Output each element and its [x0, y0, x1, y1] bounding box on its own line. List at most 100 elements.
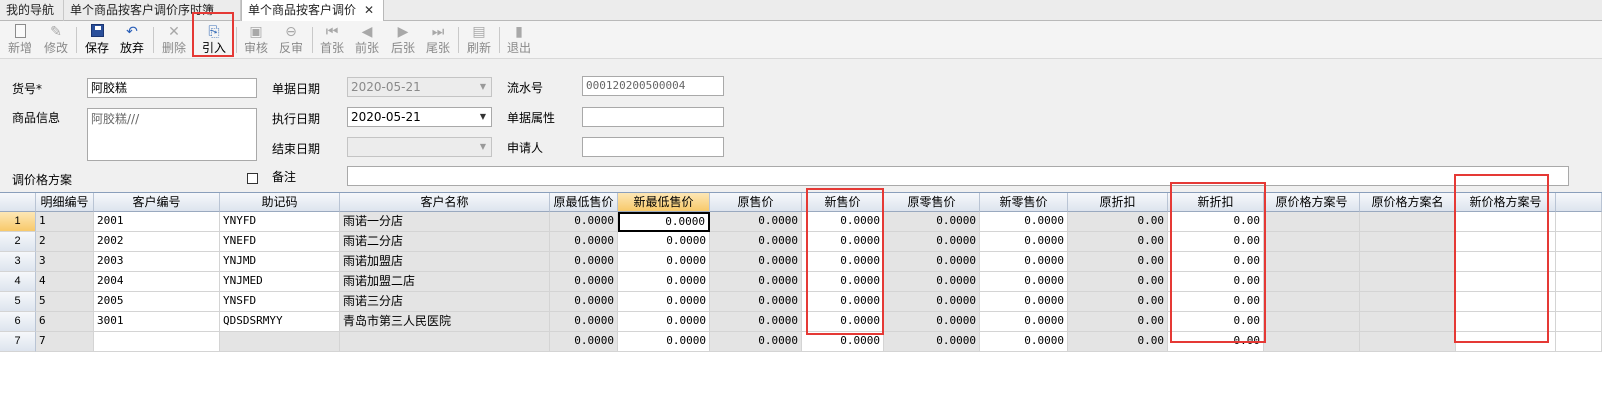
cell-new-min[interactable]: 0.0000: [618, 292, 710, 312]
delete-button[interactable]: ✕ 删除: [156, 23, 192, 57]
cell-id[interactable]: 1: [36, 212, 94, 232]
refresh-button[interactable]: ▤ 刷新: [461, 23, 497, 57]
cell-old-disc[interactable]: 0.00: [1068, 312, 1168, 332]
cell-new-retail[interactable]: 0.0000: [980, 292, 1068, 312]
row-header[interactable]: 6: [0, 312, 36, 332]
column-header[interactable]: 原价格方案名: [1360, 193, 1456, 212]
column-header[interactable]: 客户编号: [94, 193, 220, 212]
column-header[interactable]: 原折扣: [1068, 193, 1168, 212]
unaudit-button[interactable]: ⊖ 反审: [273, 23, 309, 57]
cell-id[interactable]: 2: [36, 232, 94, 252]
price-scheme-checkbox[interactable]: [247, 173, 258, 184]
column-header[interactable]: 新零售价: [980, 193, 1068, 212]
cell-empty[interactable]: [1556, 272, 1602, 292]
cell-new-retail[interactable]: 0.0000: [980, 332, 1068, 352]
cell-cust-no[interactable]: 3001: [94, 312, 220, 332]
cell-name[interactable]: 雨诺加盟店: [340, 252, 550, 272]
cell-new-retail[interactable]: 0.0000: [980, 312, 1068, 332]
cell-empty[interactable]: [1556, 312, 1602, 332]
cell-old-disc[interactable]: 0.00: [1068, 292, 1168, 312]
cell-id[interactable]: 6: [36, 312, 94, 332]
cell-cust-no[interactable]: [94, 332, 220, 352]
prev-button[interactable]: ◀ 前张: [349, 23, 385, 57]
cell-new-min[interactable]: 0.0000: [618, 212, 710, 232]
cell-cust-no[interactable]: 2004: [94, 272, 220, 292]
cell-empty[interactable]: [1556, 212, 1602, 232]
row-header[interactable]: 5: [0, 292, 36, 312]
table-row[interactable]: 5 5 2005 YNSFD 雨诺三分店 0.0000 0.0000 0.0000 0.0000…: [0, 292, 1602, 312]
cell-new-retail[interactable]: 0.0000: [980, 232, 1068, 252]
cell-id[interactable]: 4: [36, 272, 94, 292]
cell-empty[interactable]: [1556, 292, 1602, 312]
column-header[interactable]: 原最低售价: [550, 193, 618, 212]
cell-cust-no[interactable]: 2001: [94, 212, 220, 232]
applicant-field[interactable]: [582, 137, 724, 157]
cell-old-disc[interactable]: 0.00: [1068, 212, 1168, 232]
cell-old-retail[interactable]: 0.0000: [884, 252, 980, 272]
cell-new-price[interactable]: 0.0000: [802, 332, 884, 352]
cell-name[interactable]: 雨诺二分店: [340, 232, 550, 252]
cell-name[interactable]: 青岛市第三人民医院: [340, 312, 550, 332]
tab-my-navigation[interactable]: 我的导航: [0, 0, 64, 21]
cell-empty[interactable]: [1360, 292, 1456, 312]
cell-new-min[interactable]: 0.0000: [618, 272, 710, 292]
cell-old-price[interactable]: 0.0000: [710, 232, 802, 252]
exec-date-field[interactable]: 2020-05-21 ▼: [347, 107, 492, 127]
cell-cust-no[interactable]: 2002: [94, 232, 220, 252]
cell-mnemonic[interactable]: YNJMD: [220, 252, 340, 272]
cell-new-min[interactable]: 0.0000: [618, 332, 710, 352]
cell-empty[interactable]: [1360, 332, 1456, 352]
cell-mnemonic[interactable]: YNJMED: [220, 272, 340, 292]
cell-id[interactable]: 3: [36, 252, 94, 272]
cell-old-price[interactable]: 0.0000: [710, 292, 802, 312]
table-row[interactable]: 1 1 2001 YNYFD 雨诺一分店 0.0000 0.0000 0.0000 0.0000…: [0, 212, 1602, 232]
cell-old-retail[interactable]: 0.0000: [884, 212, 980, 232]
cell-empty[interactable]: [1360, 212, 1456, 232]
column-header[interactable]: 新最低售价: [618, 193, 710, 212]
cell-mnemonic[interactable]: QDSDSRMYY: [220, 312, 340, 332]
cell-empty[interactable]: [1264, 272, 1360, 292]
row-header[interactable]: 2: [0, 232, 36, 252]
cell-mnemonic[interactable]: YNEFD: [220, 232, 340, 252]
cell-old-retail[interactable]: 0.0000: [884, 272, 980, 292]
cell-empty[interactable]: [1264, 252, 1360, 272]
table-row[interactable]: 4 4 2004 YNJMED 雨诺加盟二店 0.0000 0.0000 0.0000 0.00…: [0, 272, 1602, 292]
table-row[interactable]: 3 3 2003 YNJMD 雨诺加盟店 0.0000 0.0000 0.0000 0.0000…: [0, 252, 1602, 272]
cell-empty[interactable]: [1264, 332, 1360, 352]
cell-empty[interactable]: [1360, 312, 1456, 332]
cell-new-min[interactable]: 0.0000: [618, 232, 710, 252]
cell-old-retail[interactable]: 0.0000: [884, 312, 980, 332]
row-header[interactable]: 4: [0, 272, 36, 292]
cell-empty[interactable]: [1556, 232, 1602, 252]
cell-old-min[interactable]: 0.0000: [550, 312, 618, 332]
cell-cust-no[interactable]: 2005: [94, 292, 220, 312]
column-header[interactable]: 原售价: [710, 193, 802, 212]
edit-button[interactable]: ✎ 修改: [38, 23, 74, 57]
item-no-field[interactable]: 阿胶糕: [87, 78, 257, 98]
cell-old-min[interactable]: 0.0000: [550, 212, 618, 232]
discard-button[interactable]: ↶ 放弃: [114, 23, 150, 57]
cell-mnemonic[interactable]: YNYFD: [220, 212, 340, 232]
table-row[interactable]: 2 2 2002 YNEFD 雨诺二分店 0.0000 0.0000 0.0000 0.0000…: [0, 232, 1602, 252]
cell-name[interactable]: 雨诺加盟二店: [340, 272, 550, 292]
new-button[interactable]: 新增: [2, 23, 38, 57]
cell-name[interactable]: 雨诺三分店: [340, 292, 550, 312]
remark-field[interactable]: [347, 166, 1569, 186]
cell-empty[interactable]: [1556, 252, 1602, 272]
cell-old-disc[interactable]: 0.00: [1068, 252, 1168, 272]
row-header[interactable]: 3: [0, 252, 36, 272]
cell-old-price[interactable]: 0.0000: [710, 252, 802, 272]
cell-old-price[interactable]: 0.0000: [710, 272, 802, 292]
cell-old-disc[interactable]: 0.00: [1068, 332, 1168, 352]
exit-button[interactable]: ▮ 退出: [501, 23, 537, 57]
cell-old-disc[interactable]: 0.00: [1068, 232, 1168, 252]
first-button[interactable]: ⏮ 首张: [314, 23, 350, 57]
cell-name[interactable]: [340, 332, 550, 352]
cell-new-retail[interactable]: 0.0000: [980, 252, 1068, 272]
cell-name[interactable]: 雨诺一分店: [340, 212, 550, 232]
column-header[interactable]: 客户名称: [340, 193, 550, 212]
close-icon[interactable]: ✕: [364, 0, 374, 20]
cell-empty[interactable]: [1360, 232, 1456, 252]
dropdown-arrow-icon[interactable]: ▼: [477, 109, 489, 125]
column-header[interactable]: 明细编号: [36, 193, 94, 212]
